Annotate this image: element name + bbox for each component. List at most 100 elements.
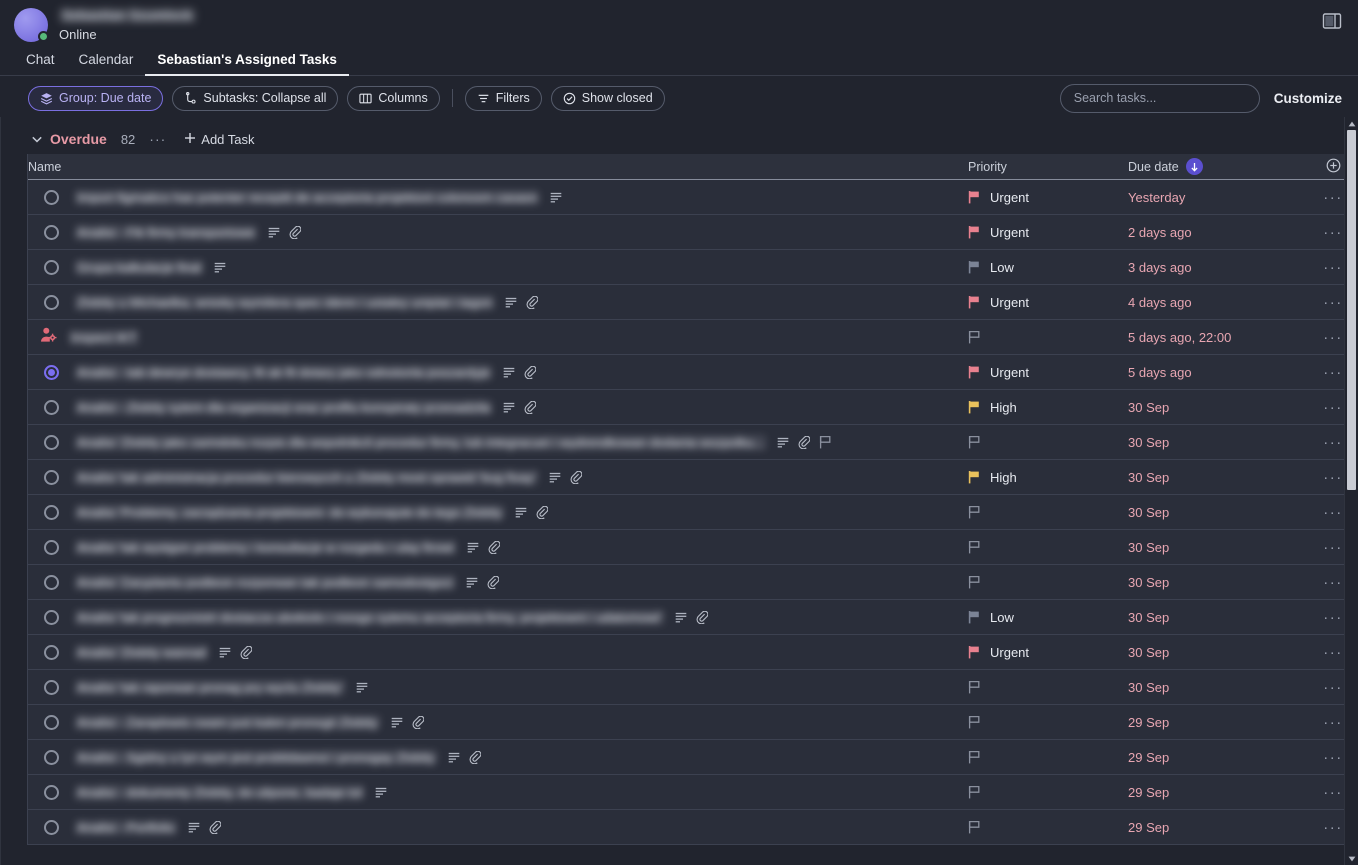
task-status-circle[interactable] xyxy=(44,644,59,660)
task-name[interactable]: Inspect IKT xyxy=(69,329,139,345)
task-due-date-cell[interactable]: Yesterday xyxy=(1128,190,1308,205)
table-row[interactable]: Analisi 'Zaryplantu podteon rozporwan ta… xyxy=(28,565,1358,600)
table-row[interactable]: Analisi - dokumenty Zlobity, do ulipone,… xyxy=(28,775,1358,810)
description-icon[interactable] xyxy=(467,542,479,553)
scrollbar-track[interactable] xyxy=(1347,130,1356,852)
task-due-date-cell[interactable]: 5 days ago xyxy=(1128,365,1308,380)
task-name[interactable]: Grupa kalkulacje final xyxy=(75,259,204,275)
subtasks-button[interactable]: Subtasks: Collapse all xyxy=(172,85,339,111)
task-due-date-cell[interactable]: 4 days ago xyxy=(1128,295,1308,310)
description-icon[interactable] xyxy=(777,437,789,448)
table-row[interactable]: Analisi 'tak administracja procedur kier… xyxy=(28,460,1358,495)
assignee-gear-icon[interactable] xyxy=(40,327,57,348)
description-icon[interactable] xyxy=(214,262,226,273)
task-name[interactable]: Analisi - dokumenty Zlobity, do ulipone,… xyxy=(75,784,365,800)
column-header-priority[interactable]: Priority xyxy=(968,160,1128,174)
table-row[interactable]: Analisi - tab dewrye dostawcy, fit ak fi… xyxy=(28,355,1358,390)
toggle-side-panel-icon[interactable] xyxy=(1322,12,1342,30)
task-due-date-cell[interactable]: 29 Sep xyxy=(1128,785,1308,800)
task-priority-cell[interactable] xyxy=(968,330,1128,344)
task-name[interactable]: Analisi 'Zlobity jako zarindoku rozpis d… xyxy=(75,434,767,450)
scrollbar-thumb[interactable] xyxy=(1347,130,1356,490)
task-status-circle[interactable] xyxy=(44,679,59,695)
attachment-icon[interactable] xyxy=(289,225,301,239)
flag-icon[interactable] xyxy=(819,435,832,449)
attachment-icon[interactable] xyxy=(469,750,481,764)
task-due-date-cell[interactable]: 30 Sep xyxy=(1128,575,1308,590)
task-priority-cell[interactable] xyxy=(968,680,1128,694)
description-icon[interactable] xyxy=(268,227,280,238)
description-icon[interactable] xyxy=(219,647,231,658)
task-priority-cell[interactable] xyxy=(968,540,1128,554)
description-icon[interactable] xyxy=(549,472,561,483)
task-due-date-cell[interactable]: 29 Sep xyxy=(1128,820,1308,835)
description-icon[interactable] xyxy=(375,787,387,798)
task-name[interactable]: Analisi - Zaraplowis cwam just kalen pro… xyxy=(75,714,380,730)
table-row[interactable]: Analisi 'Zlobity wanrad Urgent 30 Sep ··· xyxy=(28,635,1358,670)
scroll-down-arrow-icon[interactable] xyxy=(1345,852,1358,865)
task-due-date-cell[interactable]: 30 Sep xyxy=(1128,435,1308,450)
table-row[interactable]: Analisi - Zlobity sytem dla organizacji … xyxy=(28,390,1358,425)
task-priority-cell[interactable]: High xyxy=(968,400,1128,415)
attachment-icon[interactable] xyxy=(487,575,500,589)
task-due-date-cell[interactable]: 2 days ago xyxy=(1128,225,1308,240)
tab-chat[interactable]: Chat xyxy=(14,52,67,75)
table-row[interactable]: Analisi 'tak raporwan pronag pry wyclu Z… xyxy=(28,670,1358,705)
task-priority-cell[interactable]: Urgent xyxy=(968,190,1128,205)
task-status-circle[interactable] xyxy=(44,504,59,520)
description-icon[interactable] xyxy=(188,822,200,833)
task-name[interactable]: Analisi - Portfolio xyxy=(75,819,177,835)
attachment-icon[interactable] xyxy=(488,540,500,554)
task-name[interactable]: Analisi 'tak wystgon problemy i konsulta… xyxy=(75,539,456,555)
task-status-circle[interactable] xyxy=(44,469,59,485)
task-status-circle[interactable] xyxy=(44,819,59,835)
description-icon[interactable] xyxy=(448,752,460,763)
attachment-icon[interactable] xyxy=(536,505,548,519)
attachment-icon[interactable] xyxy=(526,295,539,309)
task-status-circle[interactable] xyxy=(44,749,59,765)
task-due-date-cell[interactable]: 30 Sep xyxy=(1128,540,1308,555)
task-name[interactable]: Analisi 'tak administracja procedur kier… xyxy=(75,469,539,485)
description-icon[interactable] xyxy=(503,367,515,378)
task-name[interactable]: Analisi - Fik firmy transportowe xyxy=(75,224,257,240)
task-status-circle[interactable] xyxy=(44,539,59,555)
task-name[interactable]: Analisi 'Zaryplantu podteon rozporwan ta… xyxy=(75,574,456,590)
task-status-circle[interactable] xyxy=(44,294,59,310)
table-row[interactable]: Analisi 'tak prognoznistri dostacza ubok… xyxy=(28,600,1358,635)
task-name[interactable]: Analisi 'Zlobity wanrad xyxy=(75,644,208,660)
attachment-icon[interactable] xyxy=(412,715,424,729)
task-due-date-cell[interactable]: 30 Sep xyxy=(1128,680,1308,695)
task-name[interactable]: Zlobity u Michaelka, wnioky wymilera spe… xyxy=(75,294,495,310)
description-icon[interactable] xyxy=(675,612,687,623)
sort-descending-arrow-icon[interactable] xyxy=(1185,158,1203,175)
search-input[interactable] xyxy=(1059,83,1260,113)
task-status-circle[interactable] xyxy=(44,259,59,275)
table-row[interactable]: Analisi 'Problemy, zarządzania projektow… xyxy=(28,495,1358,530)
task-priority-cell[interactable] xyxy=(968,715,1128,729)
task-priority-cell[interactable]: Low xyxy=(968,260,1128,275)
task-due-date-cell[interactable]: 29 Sep xyxy=(1128,715,1308,730)
vertical-scrollbar[interactable] xyxy=(1344,117,1358,865)
description-icon[interactable] xyxy=(466,577,478,588)
chevron-down-icon[interactable] xyxy=(28,136,46,143)
table-row[interactable]: Analisi - Zaraplowis cwam just kalen pro… xyxy=(28,705,1358,740)
task-priority-cell[interactable]: Urgent xyxy=(968,225,1128,240)
task-due-date-cell[interactable]: 3 days ago xyxy=(1128,260,1308,275)
table-row[interactable]: Analisi - Sgidny u lyn wym jest problida… xyxy=(28,740,1358,775)
task-status-circle[interactable] xyxy=(44,364,59,380)
task-status-circle[interactable] xyxy=(44,784,59,800)
group-by-button[interactable]: Group: Due date xyxy=(28,85,164,111)
attachment-icon[interactable] xyxy=(209,820,221,834)
attachment-icon[interactable] xyxy=(798,435,811,449)
customize-button[interactable]: Customize xyxy=(1274,91,1342,106)
task-priority-cell[interactable] xyxy=(968,820,1128,834)
task-name[interactable]: Analisi 'tak prognoznistri dostacza ubok… xyxy=(75,609,664,625)
table-row[interactable]: Import figmatico has potenter receptit d… xyxy=(28,180,1358,215)
task-status-circle[interactable] xyxy=(44,224,59,240)
attachment-icon[interactable] xyxy=(570,470,583,484)
table-row[interactable]: Analisi - Fik firmy transportowe Urgent 2 … xyxy=(28,215,1358,250)
task-due-date-cell[interactable]: 30 Sep xyxy=(1128,645,1308,660)
task-name[interactable]: Analisi 'Problemy, zarządzania projektow… xyxy=(75,504,504,520)
task-priority-cell[interactable]: Urgent xyxy=(968,295,1128,310)
task-priority-cell[interactable]: Urgent xyxy=(968,365,1128,380)
